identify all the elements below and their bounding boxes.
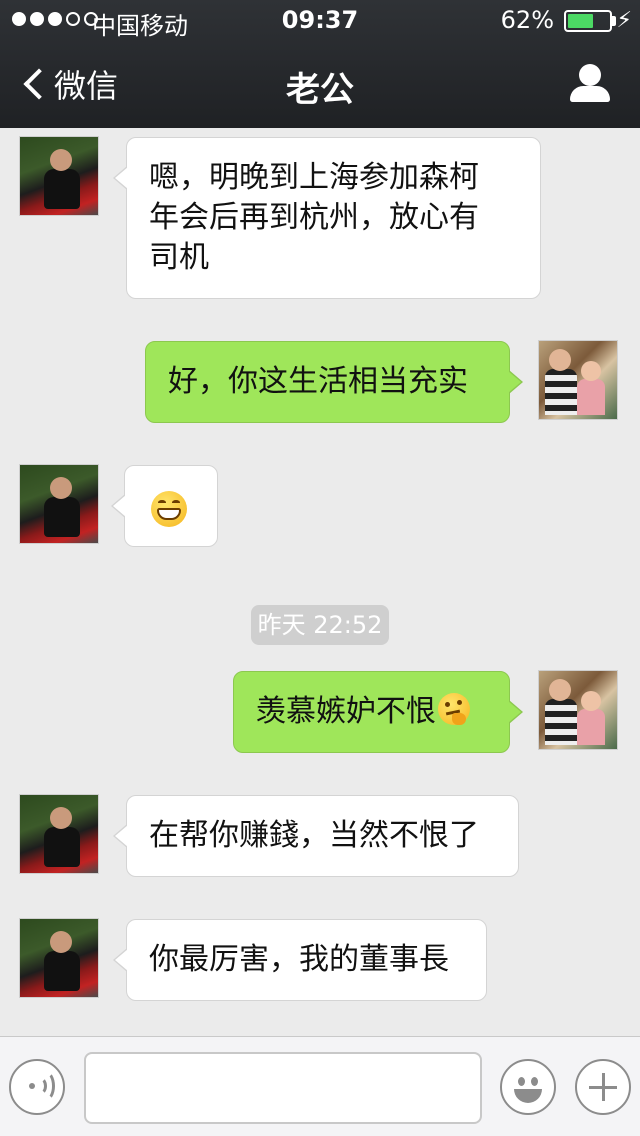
message-bubble[interactable]: 嗯，明晚到上海参加森柯 年会后再到杭州，放心有 司机 <box>113 137 541 299</box>
emoji-icon[interactable] <box>500 1059 556 1115</box>
message-bubble[interactable]: 羡慕嫉妒不恨 <box>233 671 523 753</box>
message-bubble[interactable]: 在帮你赚錢，当然不恨了 <box>113 795 519 877</box>
chat-title: 老公 <box>286 70 354 110</box>
avatar[interactable] <box>19 794 99 874</box>
avatar[interactable] <box>538 340 618 420</box>
thinking-emoji-icon <box>438 693 470 725</box>
voice-icon[interactable] <box>9 1059 65 1115</box>
battery-percent: 62% <box>500 6 554 34</box>
plus-icon[interactable] <box>575 1059 631 1115</box>
avatar[interactable] <box>19 136 99 216</box>
timestamp-label: 昨天 22:52 <box>251 605 389 645</box>
top-bar: 中国移动 09:37 62% ⚡ 微信 老公 <box>0 0 640 128</box>
input-bar <box>0 1036 640 1136</box>
avatar[interactable] <box>538 670 618 750</box>
status-bar: 中国移动 09:37 62% ⚡ <box>0 0 640 40</box>
message-bubble[interactable]: 你最厉害，我的董事長 <box>113 919 487 1001</box>
message-input[interactable] <box>84 1052 482 1124</box>
person-icon[interactable] <box>570 64 610 104</box>
message-text: 羡慕嫉妒不恨 <box>256 694 436 729</box>
avatar[interactable] <box>19 918 99 998</box>
battery-icon <box>564 10 612 32</box>
avatar[interactable] <box>19 464 99 544</box>
message-bubble[interactable]: 好，你这生活相当充实 <box>145 341 523 423</box>
bolt-icon: ⚡ <box>616 8 632 33</box>
message-bubble[interactable] <box>111 465 218 547</box>
grin-emoji-icon <box>151 490 187 527</box>
